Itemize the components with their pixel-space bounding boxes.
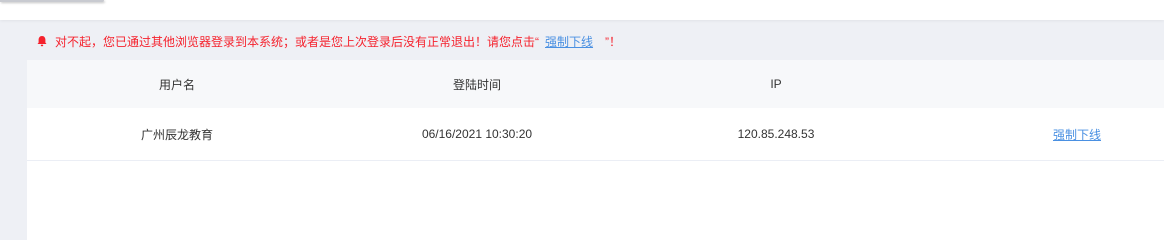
header-action — [977, 60, 1164, 108]
bell-icon — [36, 35, 48, 47]
cell-username: 广州辰龙教育 — [140, 127, 213, 142]
cell-ip: 120.85.248.53 — [737, 127, 815, 141]
top-bar — [0, 0, 1164, 20]
force-logout-link[interactable]: 强制下线 — [545, 33, 593, 50]
login-conflict-alert: 对不起，您已通过其他浏览器登录到本系统；或者是您上次登录后没有正常退出！请您点击… — [36, 33, 621, 49]
table-row: 广州辰龙教育 06/16/2021 10:30:20 120.85.248.53… — [27, 108, 1164, 161]
top-tab-edge — [0, 0, 104, 2]
alert-message: 对不起，您已通过其他浏览器登录到本系统；或者是您上次登录后没有正常退出！请您点击… — [55, 34, 539, 49]
force-logout-button[interactable]: 强制下线 — [1053, 126, 1101, 143]
table-header: 用户名 登陆时间 IP — [27, 60, 1164, 108]
header-ip: IP — [770, 77, 782, 91]
header-login-time: 登陆时间 — [452, 77, 501, 92]
cell-login-time: 06/16/2021 10:30:20 — [421, 127, 533, 141]
header-username: 用户名 — [158, 77, 195, 92]
cell-action: 强制下线 — [977, 108, 1164, 160]
alert-suffix: ”！ — [605, 34, 622, 49]
session-table: 用户名 登陆时间 IP 广州辰龙教育 06/16/2021 10:30:20 1… — [27, 60, 1164, 240]
